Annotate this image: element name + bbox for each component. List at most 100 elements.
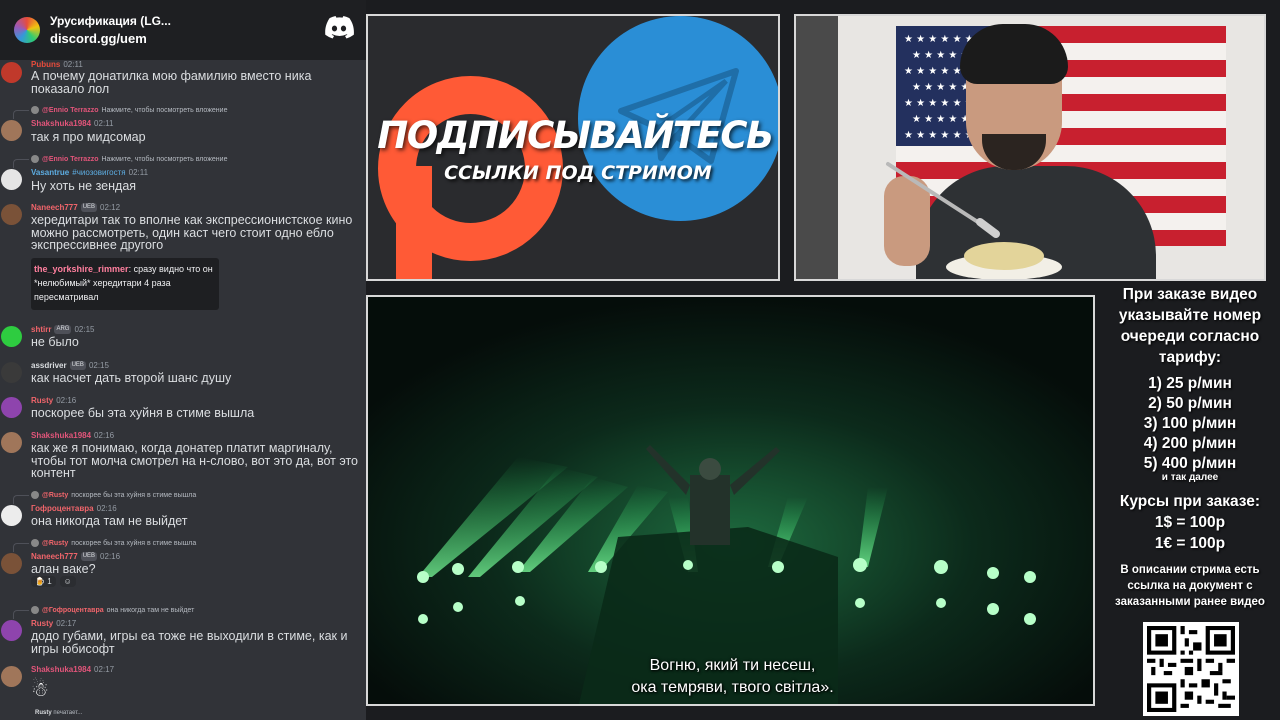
reply-avatar — [31, 491, 39, 499]
message-text: алан ваке? — [31, 562, 96, 576]
sticker-image: ☃ — [31, 679, 49, 701]
video-player[interactable]: Вогню, який ти несеш, ока темряви, твого… — [366, 295, 1095, 706]
order-info-panel: При заказе видео указывайте номер очеред… — [1100, 284, 1280, 610]
patreon-logo-stem — [396, 166, 432, 279]
typing-text: печатает... — [53, 710, 83, 716]
role-badge: UEB — [80, 203, 98, 212]
message-text: не было — [31, 335, 79, 349]
food-image — [964, 242, 1044, 270]
svg-text:★ ★ ★ ★ ★ ★: ★ ★ ★ ★ ★ ★ — [904, 98, 974, 109]
reactions-row: 🍺 1 ☺ — [31, 576, 76, 587]
webcam-wall — [796, 16, 838, 279]
webcam-feed: ★ ★ ★ ★ ★ ★ ★ ★ ★ ★ ★ ★ ★ ★ ★ ★ ★ ★ ★ ★ … — [794, 14, 1266, 281]
svg-text:★ ★ ★ ★ ★: ★ ★ ★ ★ ★ — [912, 114, 970, 125]
message-time: 02:11 — [128, 168, 149, 177]
avatar — [1, 620, 22, 641]
message-username[interactable]: Rusty — [31, 619, 53, 628]
reply-preview[interactable]: @Ennio Terrazzo Нажмите, чтобы посмотрет… — [12, 155, 228, 168]
message-time: 02:16 — [100, 552, 121, 561]
message-text: как же я понимаю, когда донатер платит м… — [31, 441, 358, 480]
message-time: 02:11 — [63, 60, 83, 69]
reaction-chip[interactable]: 🍺 1 — [31, 576, 56, 587]
rates-title: Курсы при заказе: — [1119, 493, 1261, 510]
reply-preview[interactable]: @Rusty поскорее бы эта хуйня в стиме выш… — [12, 491, 197, 504]
avatar — [1, 362, 22, 383]
reply-username: @Ennio Terrazzo — [42, 106, 99, 114]
tariff-note: и так далее — [1161, 472, 1219, 483]
reply-avatar — [31, 606, 39, 614]
tariff-item: 1) 25 р/мин — [1148, 375, 1232, 392]
reply-text: Нажмите, чтобы посмотреть вложение — [101, 155, 228, 163]
server-icon — [14, 17, 40, 43]
role-badge: UEB — [69, 361, 86, 370]
banner-title: ПОДПИСЫВАЙТЕСЬ — [377, 114, 774, 157]
message-username[interactable]: Vasantrue — [31, 168, 69, 177]
message-username[interactable]: Rusty — [31, 396, 53, 405]
server-invite-link[interactable]: discord.gg/uem — [50, 30, 171, 47]
message-time: 02:12 — [100, 203, 121, 212]
avatar — [1, 169, 22, 190]
qr-code-image[interactable] — [1143, 622, 1239, 716]
reply-preview[interactable]: @Ennio Terrazzo Нажмите, чтобы посмотрет… — [12, 106, 228, 119]
reply-text: поскорее бы эта хуйня в стиме вышла — [71, 491, 197, 499]
message-text: поскорее бы эта хуйня в стиме вышла — [31, 406, 255, 420]
message-username[interactable]: Pubuns — [31, 60, 60, 69]
message-time: 02:15 — [74, 325, 95, 334]
tariff-item: 3) 100 р/мин — [1143, 415, 1237, 432]
reply-username: @Ennio Terrazzo — [42, 155, 99, 163]
reply-preview[interactable]: @Гофроцентавра она никогда там не выйдет — [12, 606, 194, 619]
reply-preview[interactable]: @Rusty поскорее бы эта хуйня в стиме выш… — [12, 539, 197, 552]
reply-text: поскорее бы эта хуйня в стиме вышла — [71, 539, 197, 547]
tariff-item: 5) 400 р/мин — [1143, 455, 1237, 472]
reply-avatar — [31, 539, 39, 547]
reply-username: @Гофроцентавра — [42, 606, 104, 614]
role-badge: UEB — [80, 552, 98, 561]
server-header: Урусификация (LG... discord.gg/uem — [0, 0, 366, 60]
message-text: додо губами, игры еа тоже не выходили в … — [31, 629, 348, 656]
tariff-item: 4) 200 р/мин — [1143, 435, 1237, 452]
message-username[interactable]: Naneech777 — [31, 552, 78, 561]
message-time: 02:11 — [94, 119, 114, 128]
message-time: 02:15 — [88, 361, 109, 370]
message-username[interactable]: Shakshuka1984 — [31, 119, 91, 128]
order-heading: При заказе видео указывайте номер очеред… — [1118, 286, 1262, 366]
svg-text:★ ★ ★ ★ ★: ★ ★ ★ ★ ★ — [912, 82, 970, 93]
reply-username: @Rusty — [42, 539, 69, 547]
typing-indicator: Rusty печатает... — [35, 710, 82, 716]
role-badge: ARG — [54, 325, 72, 334]
message-username[interactable]: Shakshuka1984 — [31, 431, 91, 440]
person-hair — [960, 24, 1068, 84]
avatar — [1, 553, 22, 574]
reply-username: @Rusty — [42, 491, 69, 499]
reply-avatar — [31, 106, 39, 114]
reply-text: Нажмите, чтобы посмотреть вложение — [101, 106, 228, 114]
avatar — [1, 505, 22, 526]
server-name: Урусификация (LG... — [50, 14, 171, 28]
quote-username: the_yorkshire_rimmer — [34, 264, 129, 274]
message-text: хередитари так то вполне как экспрессион… — [31, 213, 353, 252]
svg-text:★ ★ ★ ★ ★ ★: ★ ★ ★ ★ ★ ★ — [904, 130, 974, 141]
tariff-item: 2) 50 р/мин — [1148, 395, 1232, 412]
rate-item: 1$ = 100р — [1154, 514, 1226, 531]
message-time: 02:16 — [56, 396, 77, 405]
avatar — [1, 326, 22, 347]
message-time: 02:17 — [56, 619, 77, 628]
svg-text:★ ★ ★ ★ ★ ★: ★ ★ ★ ★ ★ ★ — [904, 34, 974, 45]
reaction-count: 1 — [47, 577, 52, 586]
message-username[interactable]: assdriver — [31, 361, 67, 370]
fork-icon — [886, 162, 1000, 238]
message-username[interactable]: Naneech777 — [31, 203, 78, 212]
subtitle-line: Вогню, який ти несеш, — [649, 657, 816, 674]
avatar — [1, 204, 22, 225]
avatar — [1, 62, 22, 83]
banner-subtitle: ССЫЛКИ ПОД СТРИМОМ — [444, 162, 712, 184]
add-reaction-button[interactable]: ☺ — [59, 576, 76, 587]
message-time: 02:17 — [94, 665, 115, 674]
message-time: 02:16 — [94, 431, 115, 440]
message-time: 02:16 — [96, 504, 117, 513]
message-username[interactable]: Гофроцентавра — [31, 504, 94, 513]
message-username[interactable]: shtirr — [31, 325, 51, 334]
message-user-tag: #чиозовигостя — [72, 168, 126, 177]
message-username[interactable]: Shakshuka1984 — [31, 665, 91, 674]
avatar — [1, 397, 22, 418]
